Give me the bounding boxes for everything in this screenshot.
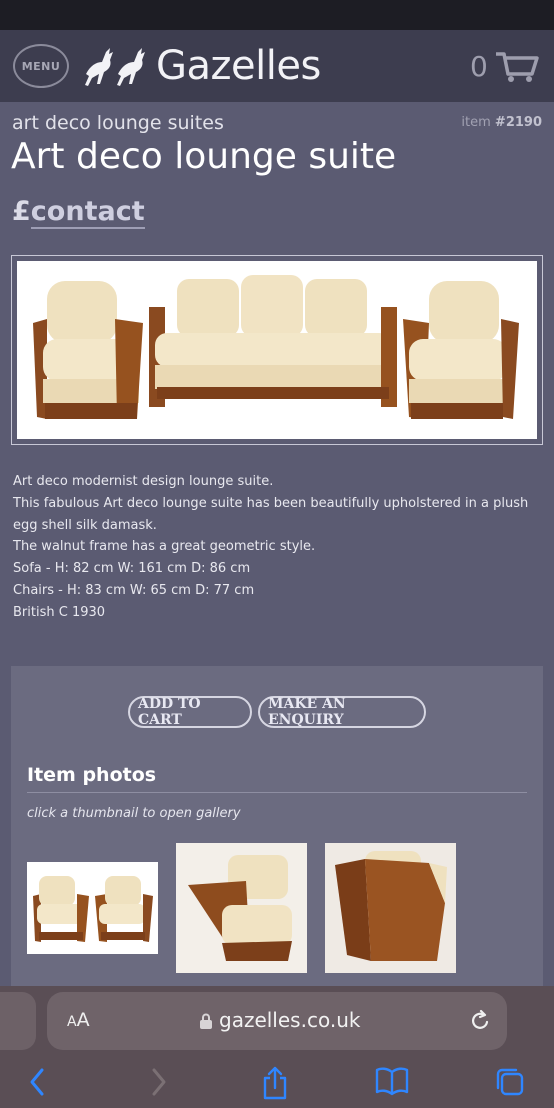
tabs-icon[interactable] [494, 1066, 526, 1098]
browser-toolbar: AA gazelles.co.uk [0, 986, 554, 1108]
lounge-suite-photo [33, 275, 519, 419]
description-line: This fabulous Art deco lounge suite has … [13, 495, 529, 511]
thumbnail-chair-back[interactable] [325, 843, 456, 973]
cart-count[interactable]: 0 [470, 50, 488, 83]
page-title: Art deco lounge suite [11, 136, 397, 177]
cart-icon[interactable] [494, 48, 540, 84]
contact-link[interactable]: contact [30, 196, 145, 229]
thumbnail-chair-side[interactable] [176, 843, 307, 973]
logo-text: Gazelles [156, 43, 321, 89]
browser-nav [0, 1064, 554, 1104]
description-line: Sofa - H: 82 cm W: 161 cm D: 86 cm [13, 561, 251, 577]
description-line: egg shell silk damask. [13, 517, 157, 533]
address-bar[interactable]: AA gazelles.co.uk [47, 992, 507, 1050]
divider [27, 792, 527, 793]
description-line: Art deco modernist design lounge suite. [13, 474, 274, 489]
description-line: Chairs - H: 83 cm W: 65 cm D: 77 cm [13, 582, 255, 598]
price: £contact [12, 196, 145, 229]
item-number: item #2190 [461, 115, 542, 130]
add-to-cart-button[interactable]: ADD TO CART [128, 696, 252, 728]
item-photos-heading: Item photos [27, 764, 157, 786]
forward-icon[interactable] [146, 1066, 170, 1098]
text-size-button[interactable]: AA [67, 1009, 90, 1031]
reload-icon[interactable] [469, 1009, 491, 1033]
thumbnail-chairs[interactable] [27, 862, 158, 954]
previous-tab[interactable] [0, 992, 36, 1050]
product-description: Art deco modernist design lounge suite. … [13, 471, 543, 624]
breadcrumb-category[interactable]: art deco lounge suites [12, 112, 224, 134]
site-header: MENU Gazelles 0 [0, 30, 554, 102]
bookmarks-icon[interactable] [375, 1066, 409, 1096]
gallery-hint: click a thumbnail to open gallery [27, 806, 241, 821]
gazelle-logo-icon [85, 48, 145, 86]
menu-button[interactable]: MENU [13, 44, 69, 88]
lock-icon [200, 1013, 212, 1029]
site-logo[interactable]: Gazelles [80, 42, 321, 90]
description-line: British C 1930 [13, 604, 106, 620]
description-line: The walnut frame has a great geometric s… [13, 539, 316, 555]
back-icon[interactable] [26, 1066, 50, 1098]
make-enquiry-button[interactable]: MAKE AN ENQUIRY [258, 696, 426, 728]
share-icon[interactable] [260, 1066, 290, 1100]
status-bar [0, 0, 554, 30]
main-product-image[interactable] [11, 255, 543, 445]
actions-panel: ADD TO CART MAKE AN ENQUIRY Item photos … [11, 666, 543, 986]
url-text: gazelles.co.uk [219, 1008, 361, 1032]
